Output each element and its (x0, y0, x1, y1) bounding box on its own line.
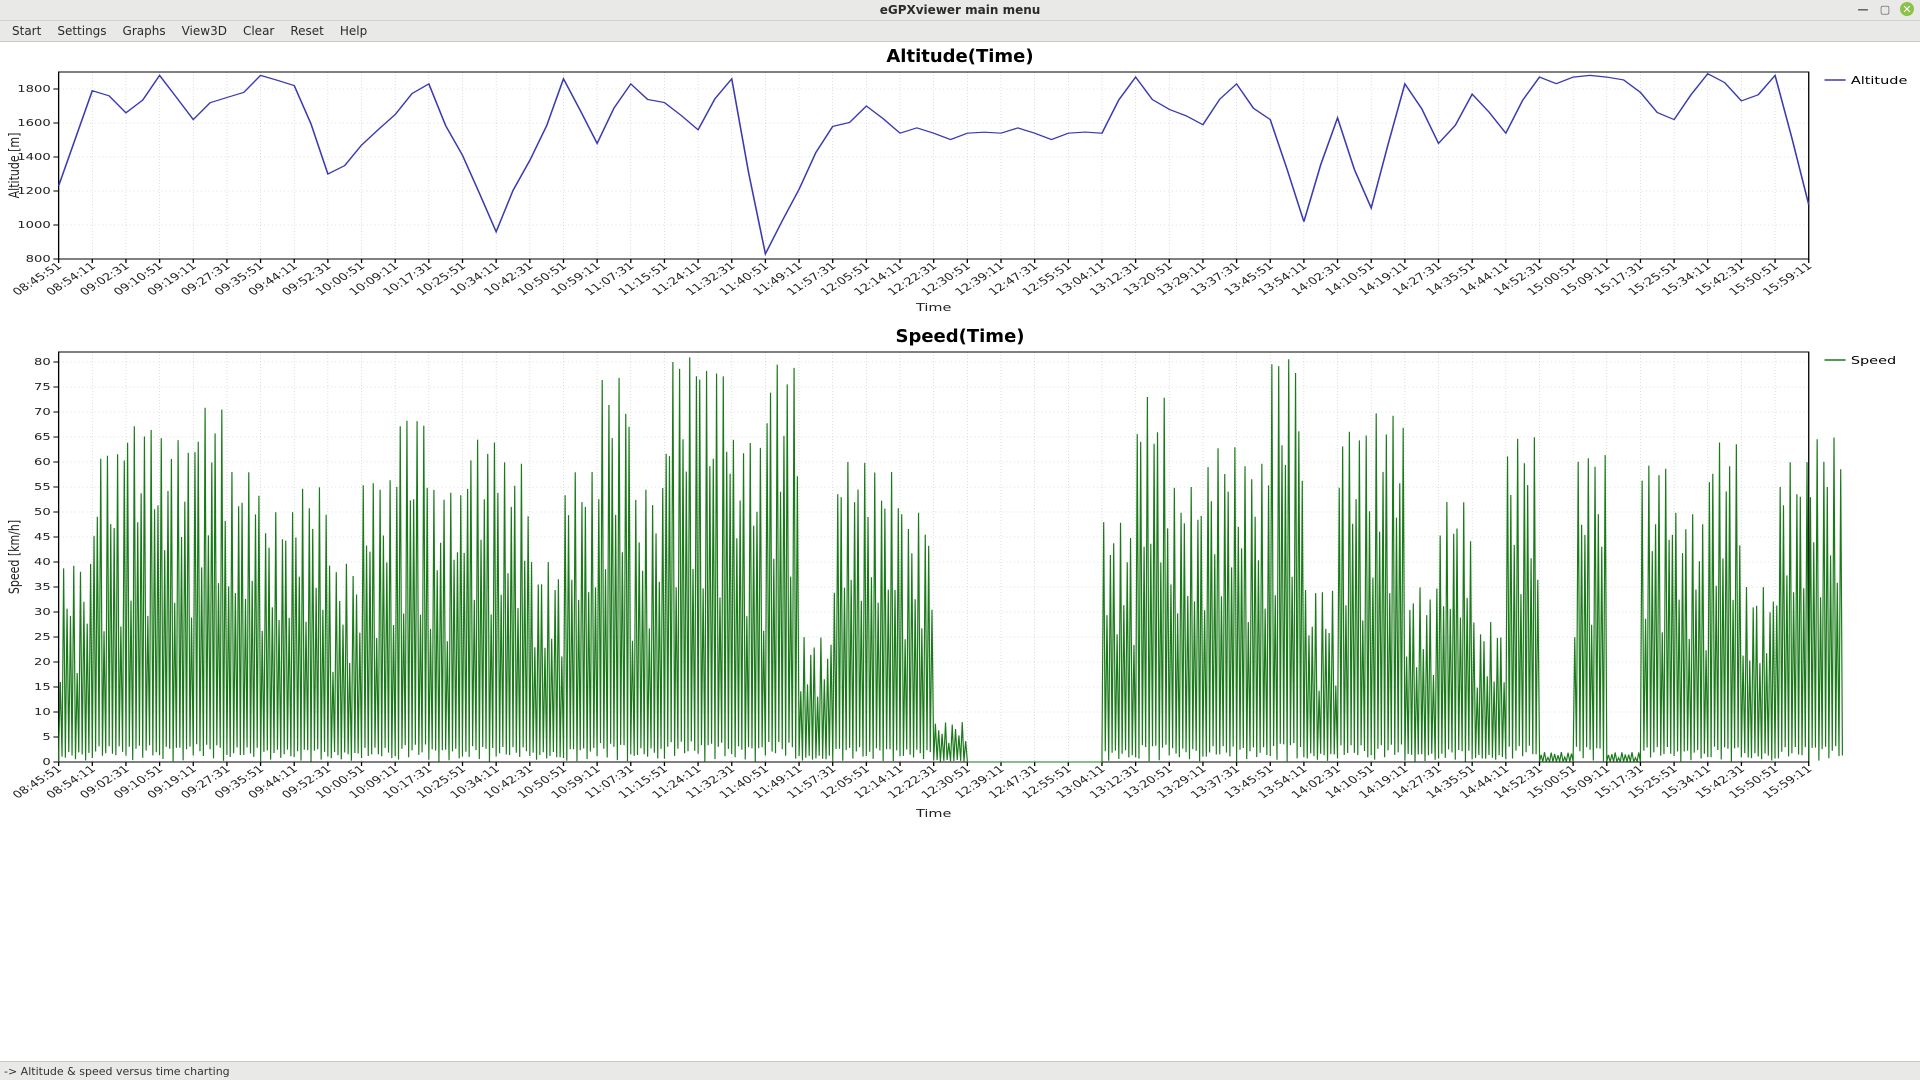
status-text: -> Altitude & speed versus time charting (4, 1065, 230, 1078)
svg-text:Time: Time (915, 808, 952, 821)
svg-text:50: 50 (34, 506, 51, 518)
svg-text:10: 10 (34, 706, 51, 718)
speed-chart-title: Speed(Time) (0, 326, 1920, 347)
svg-text:15: 15 (34, 681, 51, 693)
menu-reset[interactable]: Reset (282, 22, 332, 40)
maximize-icon[interactable]: ▢ (1878, 2, 1892, 16)
menu-bar: StartSettingsGraphsView3DClearResetHelp (0, 21, 1920, 42)
svg-text:70: 70 (34, 406, 51, 418)
menu-graphs[interactable]: Graphs (115, 22, 174, 40)
menu-settings[interactable]: Settings (49, 22, 114, 40)
svg-text:1600: 1600 (17, 117, 50, 129)
menu-help[interactable]: Help (332, 22, 375, 40)
window-titlebar: eGPXviewer main menu — ▢ ✕ (0, 0, 1920, 21)
svg-text:Time: Time (915, 302, 952, 315)
svg-text:60: 60 (34, 456, 51, 468)
svg-text:1800: 1800 (17, 83, 50, 95)
window-title: eGPXviewer main menu (880, 3, 1041, 17)
svg-text:Altitude [m]: Altitude [m] (7, 133, 24, 199)
svg-text:1000: 1000 (17, 219, 50, 231)
svg-text:80: 80 (34, 356, 51, 368)
svg-text:800: 800 (26, 253, 51, 265)
charts-container: Altitude(Time) 8001000120014001600180008… (0, 46, 1920, 1066)
svg-text:75: 75 (34, 381, 51, 393)
svg-text:45: 45 (34, 531, 51, 543)
menu-clear[interactable]: Clear (235, 22, 282, 40)
svg-text:25: 25 (34, 631, 51, 643)
svg-text:35: 35 (34, 581, 51, 593)
close-icon[interactable]: ✕ (1900, 2, 1914, 16)
menu-view3d[interactable]: View3D (174, 22, 235, 40)
svg-text:65: 65 (34, 431, 51, 443)
svg-text:Speed [km/h]: Speed [km/h] (7, 520, 24, 594)
altitude-plot: 8001000120014001600180008:45:5108:54:110… (0, 67, 1920, 322)
svg-text:Altitude: Altitude (1851, 75, 1908, 88)
svg-text:40: 40 (34, 556, 51, 568)
svg-text:30: 30 (34, 606, 51, 618)
svg-text:55: 55 (34, 481, 51, 493)
minimize-icon[interactable]: — (1856, 2, 1870, 16)
svg-text:Speed: Speed (1851, 355, 1896, 368)
svg-text:5: 5 (42, 731, 50, 743)
status-bar: -> Altitude & speed versus time charting (0, 1061, 1920, 1080)
altitude-chart-title: Altitude(Time) (0, 46, 1920, 67)
speed-plot: 0510152025303540455055606570758008:45:51… (0, 347, 1920, 837)
window-controls: — ▢ ✕ (1856, 2, 1914, 16)
menu-start[interactable]: Start (4, 22, 49, 40)
svg-text:20: 20 (34, 656, 51, 668)
